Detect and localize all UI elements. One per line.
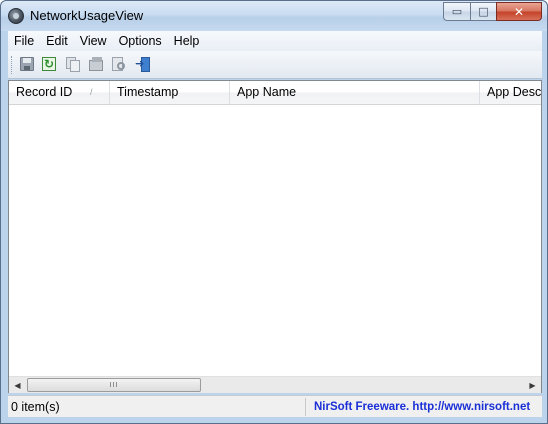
menu-bar: File Edit View Options Help: [8, 31, 542, 51]
column-label: App Desc: [487, 85, 541, 99]
menu-help[interactable]: Help: [168, 34, 206, 48]
column-app-desc[interactable]: App Desc: [480, 81, 541, 104]
horizontal-scrollbar[interactable]: ◀ III ▶: [9, 376, 541, 393]
nirsoft-link[interactable]: NirSoft Freeware. http://www.nirsoft.net: [314, 398, 540, 416]
close-icon: ✕: [513, 4, 525, 19]
column-label: Timestamp: [117, 85, 179, 99]
scroll-thumb[interactable]: III: [27, 378, 201, 392]
column-timestamp[interactable]: Timestamp: [110, 81, 230, 104]
status-bar: 0 item(s) NirSoft Freeware. http://www.n…: [8, 395, 542, 417]
grip-icon: III: [109, 381, 119, 389]
properties-icon[interactable]: [88, 56, 104, 72]
copy-icon[interactable]: [65, 56, 81, 72]
column-record-id[interactable]: Record ID /: [9, 81, 110, 104]
item-count: 0 item(s): [8, 398, 306, 416]
scroll-left-icon[interactable]: ◀: [9, 377, 26, 393]
column-label: Record ID: [16, 85, 73, 99]
title-bar[interactable]: NetworkUsageView ▭ □ ✕: [1, 1, 547, 31]
app-icon[interactable]: [8, 8, 24, 24]
window-title: NetworkUsageView: [30, 8, 144, 23]
sort-icon: /: [90, 87, 93, 97]
menu-options[interactable]: Options: [113, 34, 168, 48]
column-app-name[interactable]: App Name: [230, 81, 480, 104]
minimize-icon: ▭: [451, 5, 463, 18]
toolbar: ↻ ➜: [8, 51, 542, 79]
caption-buttons: ▭ □ ✕: [443, 2, 542, 21]
list-header: Record ID / Timestamp App Name App Desc: [9, 81, 541, 105]
menu-file[interactable]: File: [8, 34, 40, 48]
menu-view[interactable]: View: [74, 34, 113, 48]
save-icon[interactable]: [19, 56, 35, 72]
minimize-button[interactable]: ▭: [443, 2, 470, 21]
app-window: NetworkUsageView ▭ □ ✕ File Edit View Op…: [0, 0, 548, 424]
toolbar-grip[interactable]: [11, 56, 14, 74]
refresh-icon[interactable]: ↻: [41, 56, 57, 72]
column-label: App Name: [237, 85, 297, 99]
exit-icon[interactable]: ➜: [135, 56, 151, 72]
scroll-right-icon[interactable]: ▶: [524, 377, 541, 393]
menu-edit[interactable]: Edit: [40, 34, 74, 48]
list-body[interactable]: [9, 105, 541, 377]
find-icon[interactable]: [111, 56, 127, 72]
maximize-button[interactable]: □: [470, 2, 496, 21]
maximize-icon: □: [478, 5, 489, 18]
records-list[interactable]: Record ID / Timestamp App Name App Desc …: [8, 80, 542, 393]
close-button[interactable]: ✕: [496, 2, 542, 21]
